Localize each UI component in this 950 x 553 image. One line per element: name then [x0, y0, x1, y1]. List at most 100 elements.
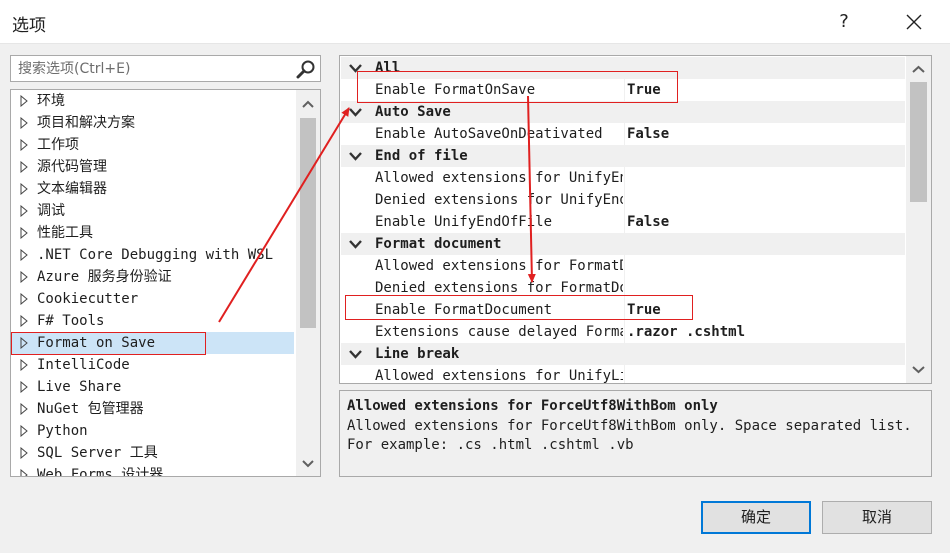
tree-item-label: Cookiecutter — [37, 291, 139, 307]
grid-property-name: Enable AutoSaveOnDeativated — [375, 126, 603, 142]
close-button[interactable] — [892, 4, 936, 40]
search-icon[interactable] — [296, 59, 316, 79]
column-divider — [624, 189, 625, 211]
tree-item[interactable]: Format on Save — [12, 332, 294, 354]
tree-item[interactable]: Web Forms 设计器 — [12, 464, 294, 477]
tree-item-label: 源代码管理 — [37, 159, 107, 175]
grid-property-row[interactable]: Enable AutoSaveOnDeativated False — [341, 123, 905, 145]
property-grid: All Enable FormatOnSave True Auto Save Enabl… — [339, 55, 932, 384]
grid-category-row[interactable]: Line break — [341, 343, 905, 365]
expand-arrow-icon[interactable] — [20, 117, 28, 129]
cancel-button[interactable]: 取消 — [822, 501, 932, 534]
grid-property-row[interactable]: Enable UnifyEndOfFile False — [341, 211, 905, 233]
ok-button[interactable]: 确定 — [701, 501, 811, 534]
grid-category-row[interactable]: All — [341, 57, 905, 79]
tree-item-label: 项目和解决方案 — [37, 115, 135, 131]
grid-property-value[interactable]: True — [627, 300, 661, 320]
column-divider — [624, 365, 625, 383]
grid-property-row[interactable]: Extensions cause delayed FormatDocument.… — [341, 321, 905, 343]
expand-arrow-icon[interactable] — [20, 469, 28, 477]
expand-arrow-icon[interactable] — [20, 403, 28, 415]
tree-item[interactable]: Azure 服务身份验证 — [12, 266, 294, 288]
column-divider — [624, 277, 625, 299]
expand-arrow-icon[interactable] — [20, 337, 28, 349]
grid-property-value[interactable]: True — [627, 80, 661, 100]
column-divider — [624, 321, 625, 343]
scroll-up-button[interactable] — [296, 92, 320, 116]
grid-property-row[interactable]: Enable FormatDocument True — [341, 299, 905, 321]
search-box[interactable] — [10, 55, 321, 82]
grid-category-label: Line break — [375, 346, 460, 362]
expand-arrow-icon[interactable] — [20, 95, 28, 107]
expand-arrow-icon[interactable] — [20, 183, 28, 195]
help-button[interactable]: ? — [822, 4, 866, 40]
description-title: Allowed extensions for ForceUtf8WithBom … — [347, 398, 718, 414]
expand-arrow-icon[interactable] — [20, 359, 28, 371]
tree-item-label: 工作项 — [37, 137, 79, 153]
tree-item[interactable]: SQL Server 工具 — [12, 442, 294, 464]
collapse-chevron-icon[interactable] — [349, 151, 362, 161]
grid-property-row[interactable]: Denied extensions for UnifyEndOfFile — [341, 189, 905, 211]
chevron-up-icon — [912, 65, 925, 73]
scroll-up-button[interactable] — [906, 58, 931, 82]
grid-property-name: Denied extensions for FormatDocument — [375, 280, 623, 296]
expand-arrow-icon[interactable] — [20, 381, 28, 393]
close-icon — [906, 14, 922, 30]
tree-item[interactable]: 项目和解决方案 — [12, 112, 294, 134]
expand-arrow-icon[interactable] — [20, 293, 28, 305]
tree-item[interactable]: 源代码管理 — [12, 156, 294, 178]
tree-item-label: Web Forms 设计器 — [37, 467, 164, 477]
tree-item-label: 文本编辑器 — [37, 181, 107, 197]
tree-item[interactable]: 性能工具 — [12, 222, 294, 244]
tree-item[interactable]: Python — [12, 420, 294, 442]
expand-arrow-icon[interactable] — [20, 161, 28, 173]
collapse-chevron-icon[interactable] — [349, 107, 362, 117]
tree-item[interactable]: 工作项 — [12, 134, 294, 156]
expand-arrow-icon[interactable] — [20, 139, 28, 151]
column-divider — [624, 255, 625, 277]
grid-property-row[interactable]: Denied extensions for FormatDocument — [341, 277, 905, 299]
tree-item[interactable]: 文本编辑器 — [12, 178, 294, 200]
expand-arrow-icon[interactable] — [20, 249, 28, 261]
tree-item[interactable]: 调试 — [12, 200, 294, 222]
tree-item[interactable]: 环境 — [12, 90, 294, 112]
tree-item[interactable]: Cookiecutter — [12, 288, 294, 310]
tree-item[interactable]: F# Tools — [12, 310, 294, 332]
grid-property-row[interactable]: Allowed extensions for UnifyLineBreak — [341, 365, 905, 383]
expand-arrow-icon[interactable] — [20, 271, 28, 283]
grid-category-row[interactable]: End of file — [341, 145, 905, 167]
tree-item[interactable]: .NET Core Debugging with WSL — [12, 244, 294, 266]
tree-item[interactable]: Live Share — [12, 376, 294, 398]
tree-item-label: Format on Save — [37, 335, 156, 351]
collapse-chevron-icon[interactable] — [349, 63, 362, 73]
grid-property-value[interactable]: .razor .cshtml — [627, 322, 745, 342]
grid-property-row[interactable]: Allowed extensions for FormatDocument — [341, 255, 905, 277]
expand-arrow-icon[interactable] — [20, 425, 28, 437]
grid-property-row[interactable]: Allowed extensions for UnifyEndOfFile — [341, 167, 905, 189]
expand-arrow-icon[interactable] — [20, 447, 28, 459]
grid-property-value[interactable]: False — [627, 212, 669, 232]
scroll-down-button[interactable] — [296, 452, 320, 476]
collapse-chevron-icon[interactable] — [349, 239, 362, 249]
scroll-down-button[interactable] — [906, 358, 931, 382]
tree-item-label: 性能工具 — [37, 225, 93, 241]
collapse-chevron-icon[interactable] — [349, 349, 362, 359]
tree-scrollbar[interactable] — [296, 90, 320, 476]
grid-category-row[interactable]: Auto Save — [341, 101, 905, 123]
dialog-title: 选项 — [12, 16, 46, 36]
scroll-thumb[interactable] — [300, 118, 316, 328]
scroll-thumb[interactable] — [910, 82, 927, 202]
search-input[interactable] — [11, 56, 291, 81]
tree-item[interactable]: NuGet 包管理器 — [12, 398, 294, 420]
grid-category-label: All — [375, 60, 401, 76]
grid-category-row[interactable]: Format document — [341, 233, 905, 255]
grid-property-name: Allowed extensions for FormatDocument — [375, 258, 623, 274]
expand-arrow-icon[interactable] — [20, 227, 28, 239]
expand-arrow-icon[interactable] — [20, 205, 28, 217]
grid-scrollbar[interactable] — [906, 56, 931, 383]
grid-property-row[interactable]: Enable FormatOnSave True — [341, 79, 905, 101]
tree-item[interactable]: IntelliCode — [12, 354, 294, 376]
expand-arrow-icon[interactable] — [20, 315, 28, 327]
grid-property-value[interactable]: False — [627, 124, 669, 144]
chevron-down-icon — [302, 460, 314, 468]
